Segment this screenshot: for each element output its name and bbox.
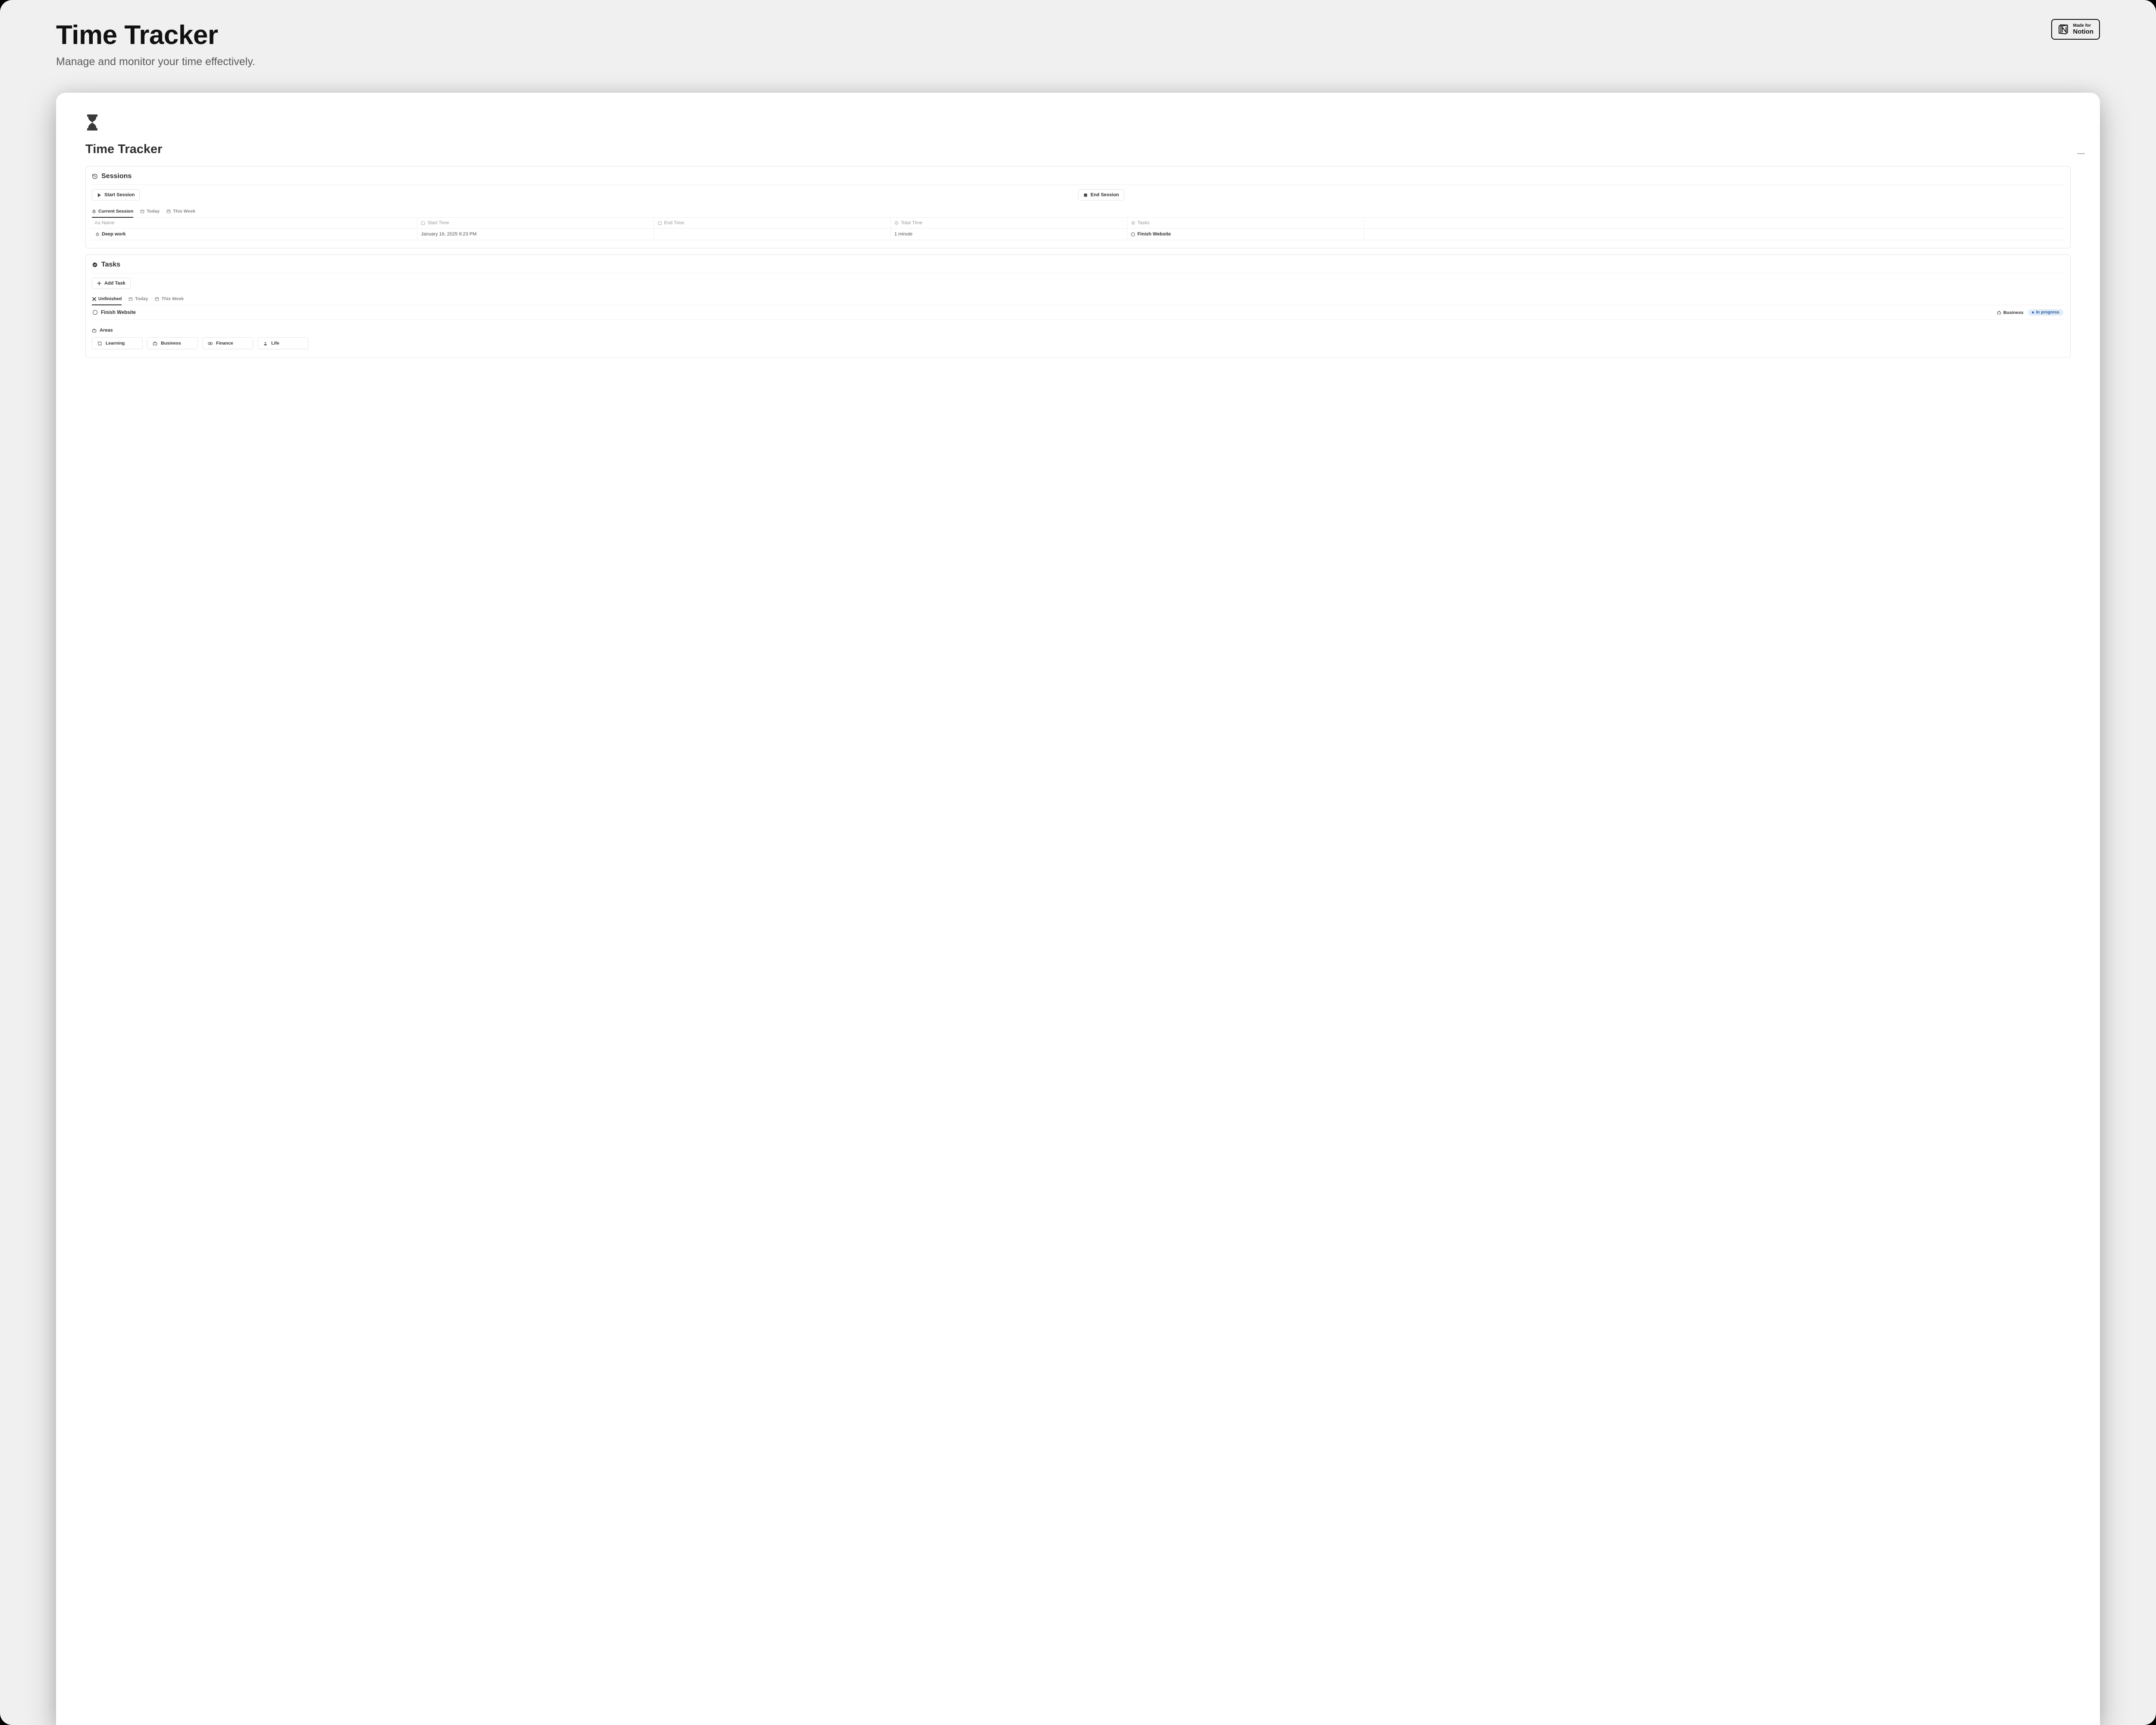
check-circle-filled-icon	[92, 262, 98, 268]
calendar-day-icon	[128, 297, 133, 301]
tab-tasks-week[interactable]: This Week	[155, 294, 184, 305]
start-session-label: Start Session	[104, 192, 135, 198]
add-task-label: Add Task	[104, 281, 125, 286]
tab-current-session[interactable]: Current Session	[92, 207, 133, 218]
col-start-time[interactable]: Start Time	[417, 218, 654, 229]
tasks-panel: Tasks Add Task Unfinished	[85, 254, 2071, 358]
tasks-tabs: Unfinished Today This Week	[92, 294, 2064, 305]
session-task: Finish Website	[1138, 232, 1171, 237]
tab-sessions-week[interactable]: This Week	[166, 207, 195, 218]
briefcase-icon	[153, 341, 157, 346]
plus-icon	[97, 281, 101, 285]
task-status-circle-icon[interactable]	[93, 310, 97, 315]
collapse-icon[interactable]: —	[2077, 149, 2085, 158]
stop-icon	[1083, 193, 1087, 197]
area-learning[interactable]: Learning	[92, 337, 143, 349]
notion-logo-icon	[2058, 24, 2069, 35]
tab-tasks-today[interactable]: Today	[128, 294, 148, 305]
area-finance[interactable]: Finance	[202, 337, 253, 349]
page-background: Time Tracker Manage and monitor your tim…	[0, 0, 2156, 1725]
made-for-notion-badge: Made for Notion	[2051, 19, 2100, 40]
session-total: 1 minute	[890, 229, 1127, 240]
col-total-time[interactable]: Total Time	[890, 218, 1127, 229]
clock-icon	[894, 221, 899, 225]
stopwatch-icon	[95, 232, 100, 236]
circle-icon	[1131, 232, 1135, 236]
area-business[interactable]: Business	[147, 337, 198, 349]
task-status-pill: In progress	[2028, 309, 2063, 316]
col-tasks[interactable]: Tasks	[1127, 218, 1364, 229]
calendar-day-icon	[140, 209, 144, 213]
session-name: Deep work	[102, 232, 126, 237]
col-name[interactable]: AaName	[92, 218, 417, 229]
sessions-title: Sessions	[101, 172, 132, 180]
session-start: January 16, 2025 9:23 PM	[417, 229, 654, 240]
briefcase-icon	[1997, 310, 2001, 315]
task-row[interactable]: Finish Website Business In progress	[92, 305, 2064, 320]
calendar-week-icon	[155, 297, 159, 301]
start-session-button[interactable]: Start Session	[92, 189, 140, 201]
end-session-button[interactable]: End Session	[1078, 189, 1124, 201]
briefcase-icon	[92, 328, 97, 333]
made-for-brand: Notion	[2073, 28, 2093, 35]
check-circle-icon	[1131, 221, 1135, 225]
book-icon	[97, 341, 102, 346]
notion-page-card: Time Tracker — Sessions Start Session	[56, 93, 2100, 1725]
task-category: Business	[1997, 310, 2024, 315]
page-title: Time Tracker	[85, 142, 2071, 157]
calendar-icon	[658, 221, 662, 225]
session-end	[654, 229, 891, 240]
banknote-icon	[208, 341, 213, 346]
person-icon	[263, 341, 268, 346]
tab-sessions-today[interactable]: Today	[140, 207, 160, 218]
stopwatch-icon	[92, 209, 96, 213]
play-icon	[97, 193, 101, 197]
hero-title: Time Tracker	[56, 20, 2100, 50]
areas-heading: Areas	[92, 328, 2064, 333]
text-aa-icon: Aa	[95, 221, 100, 225]
col-end-time[interactable]: End Time	[654, 218, 891, 229]
area-life[interactable]: Life	[257, 337, 308, 349]
tab-tasks-unfinished[interactable]: Unfinished	[92, 294, 122, 305]
add-task-button[interactable]: Add Task	[92, 278, 131, 289]
tasks-title: Tasks	[101, 261, 120, 269]
made-for-label: Made for	[2073, 24, 2093, 28]
areas-row: Learning Business Finance Life	[92, 337, 2064, 349]
hourglass-icon	[85, 114, 2071, 133]
history-icon	[92, 173, 98, 179]
task-name: Finish Website	[101, 310, 136, 315]
end-session-label: End Session	[1091, 192, 1119, 198]
x-icon	[92, 297, 96, 301]
sessions-panel: Sessions Start Session	[85, 166, 2071, 248]
calendar-week-icon	[166, 209, 171, 213]
hero-subtitle: Manage and monitor your time effectively…	[56, 56, 2100, 68]
calendar-icon	[421, 221, 425, 225]
sessions-tabs: Current Session Today This Week	[92, 207, 2064, 218]
hero: Time Tracker Manage and monitor your tim…	[56, 20, 2100, 68]
session-row[interactable]: Deep work January 16, 2025 9:23 PM 1 min…	[92, 229, 2064, 240]
sessions-table: AaName Start Time End Time Total Time Ta…	[92, 218, 2064, 240]
